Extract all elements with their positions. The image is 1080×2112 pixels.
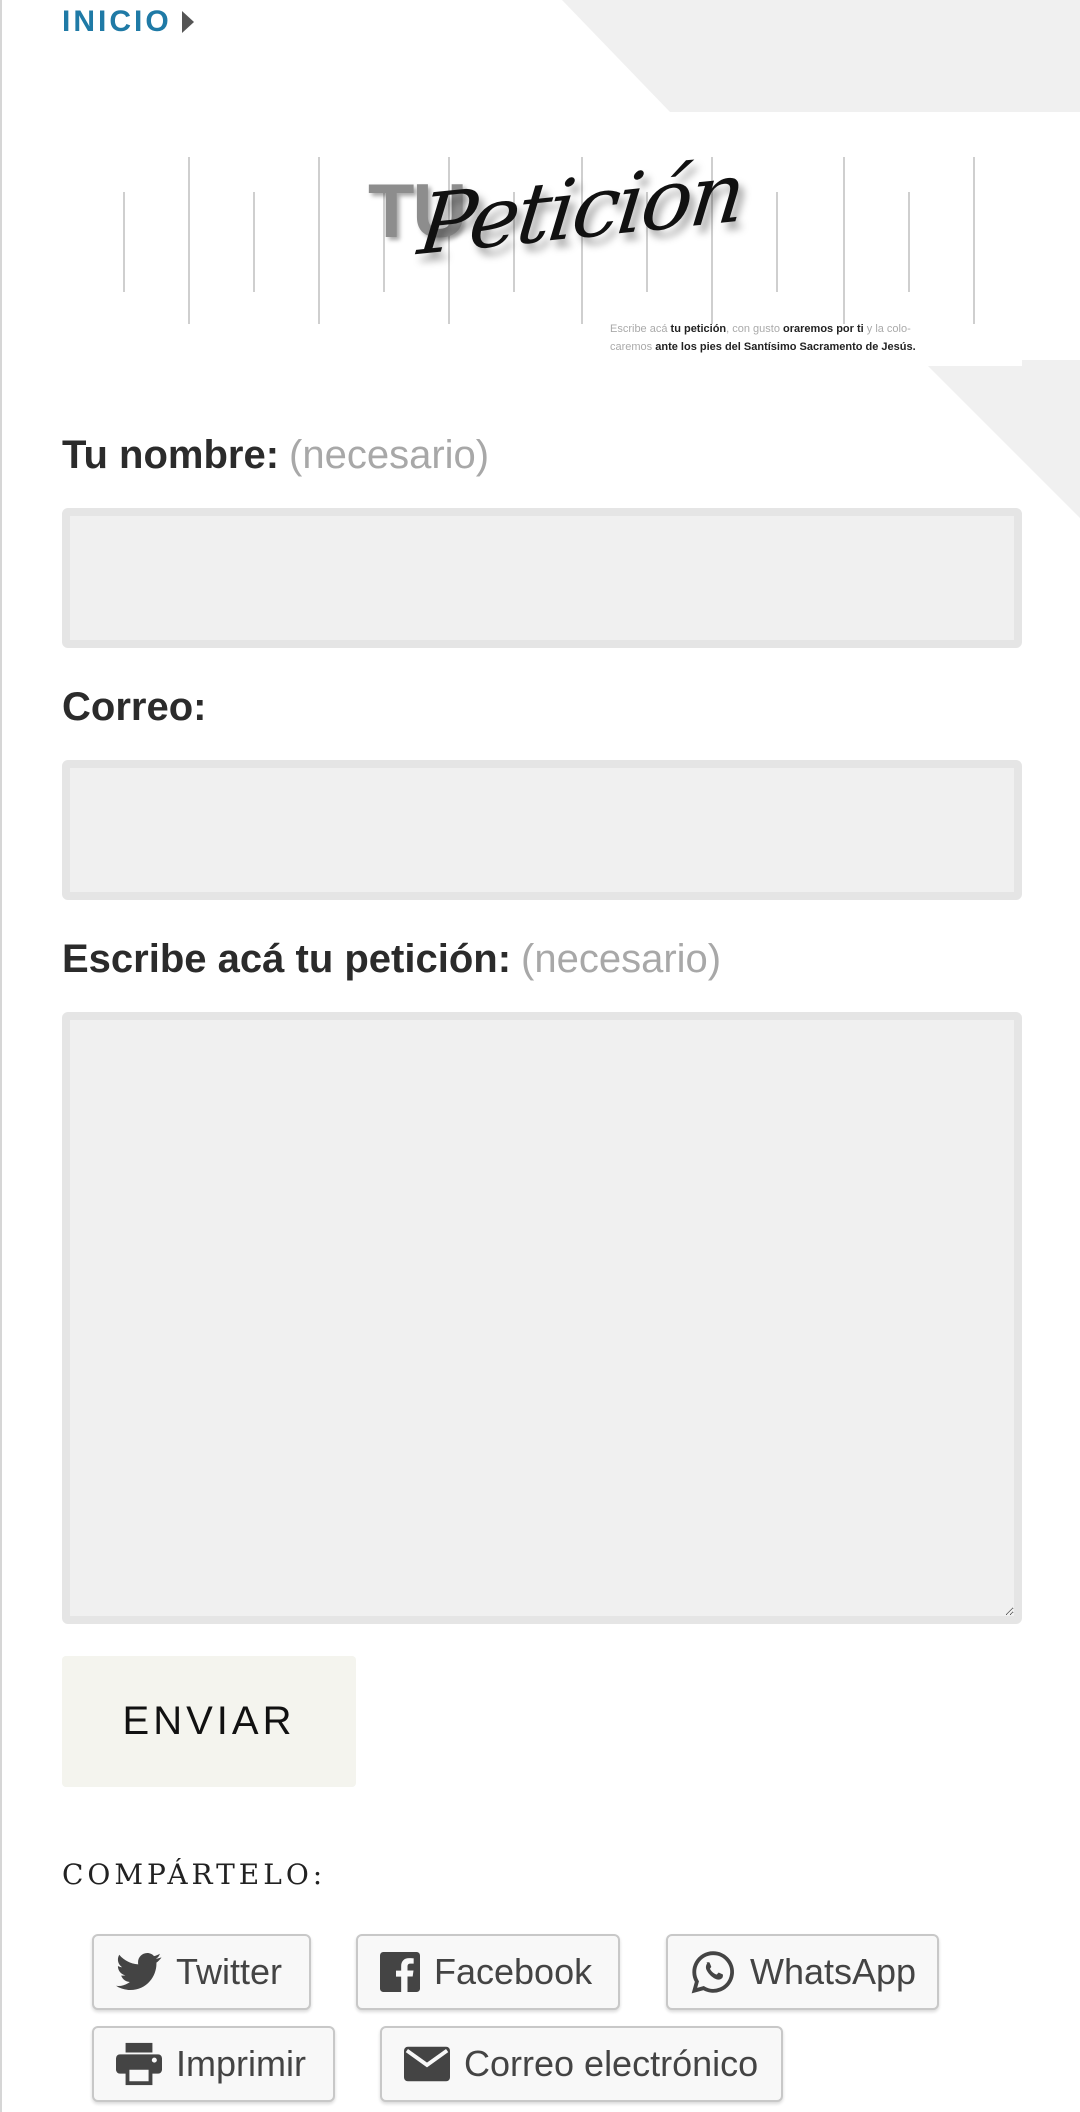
twitter-icon — [116, 1953, 162, 1991]
email-label-text: Correo: — [62, 685, 207, 729]
petition-field-label: Escribe acá tu petición: (necesario) — [62, 937, 721, 982]
decorative-corner-top — [562, 0, 1080, 112]
chevron-right-icon — [181, 11, 194, 33]
breadcrumb-home-label: INICIO — [62, 5, 172, 38]
share-facebook-label: Facebook — [434, 1951, 593, 1992]
share-whatsapp-button[interactable]: WhatsApp — [666, 1934, 939, 2010]
share-print-label: Imprimir — [176, 2043, 306, 2084]
caption-bold-1: tu petición — [670, 323, 727, 335]
share-print-button[interactable]: Imprimir — [92, 2026, 335, 2102]
name-field-label: Tu nombre: (necesario) — [62, 433, 489, 478]
share-title: COMPÁRTELO: — [62, 1858, 327, 1891]
email-field-label: Correo: — [62, 685, 206, 730]
share-whatsapp-label: WhatsApp — [750, 1951, 917, 1992]
peticion-banner: TU Petición Escribe acá tu petición, con… — [62, 112, 1022, 366]
share-email-button[interactable]: Correo electrónico — [380, 2026, 783, 2102]
breadcrumb-home-link[interactable]: INICIO — [62, 4, 194, 40]
petition-textarea[interactable] — [62, 1012, 1022, 1624]
name-label-text: Tu nombre: — [62, 433, 280, 477]
facebook-icon — [380, 1952, 420, 1992]
name-required-hint: (necesario) — [289, 433, 490, 477]
caption-text-1: Escribe acá — [610, 323, 671, 335]
decorative-corner-right — [922, 360, 1080, 520]
caption-bold-2: oraremos por ti — [783, 323, 864, 335]
caption-text-2: , con gusto — [726, 323, 784, 335]
email-input[interactable] — [62, 760, 1022, 900]
share-twitter-button[interactable]: Twitter — [92, 1934, 311, 2010]
banner-caption: Escribe acá tu petición, con gusto orare… — [610, 320, 950, 356]
share-facebook-button[interactable]: Facebook — [356, 1934, 620, 2010]
petition-label-text: Escribe acá tu petición: — [62, 937, 512, 981]
name-input[interactable] — [62, 508, 1022, 648]
petition-required-hint: (necesario) — [521, 937, 722, 981]
printer-icon — [116, 2042, 162, 2086]
submit-button[interactable]: ENVIAR — [62, 1656, 356, 1787]
caption-bold-3: ante los pies del Santísimo Sacramento d… — [655, 341, 916, 353]
whatsapp-icon — [691, 1951, 734, 1994]
share-twitter-label: Twitter — [176, 1951, 283, 1992]
share-email-label: Correo electrónico — [464, 2043, 759, 2084]
email-icon — [404, 2046, 450, 2082]
